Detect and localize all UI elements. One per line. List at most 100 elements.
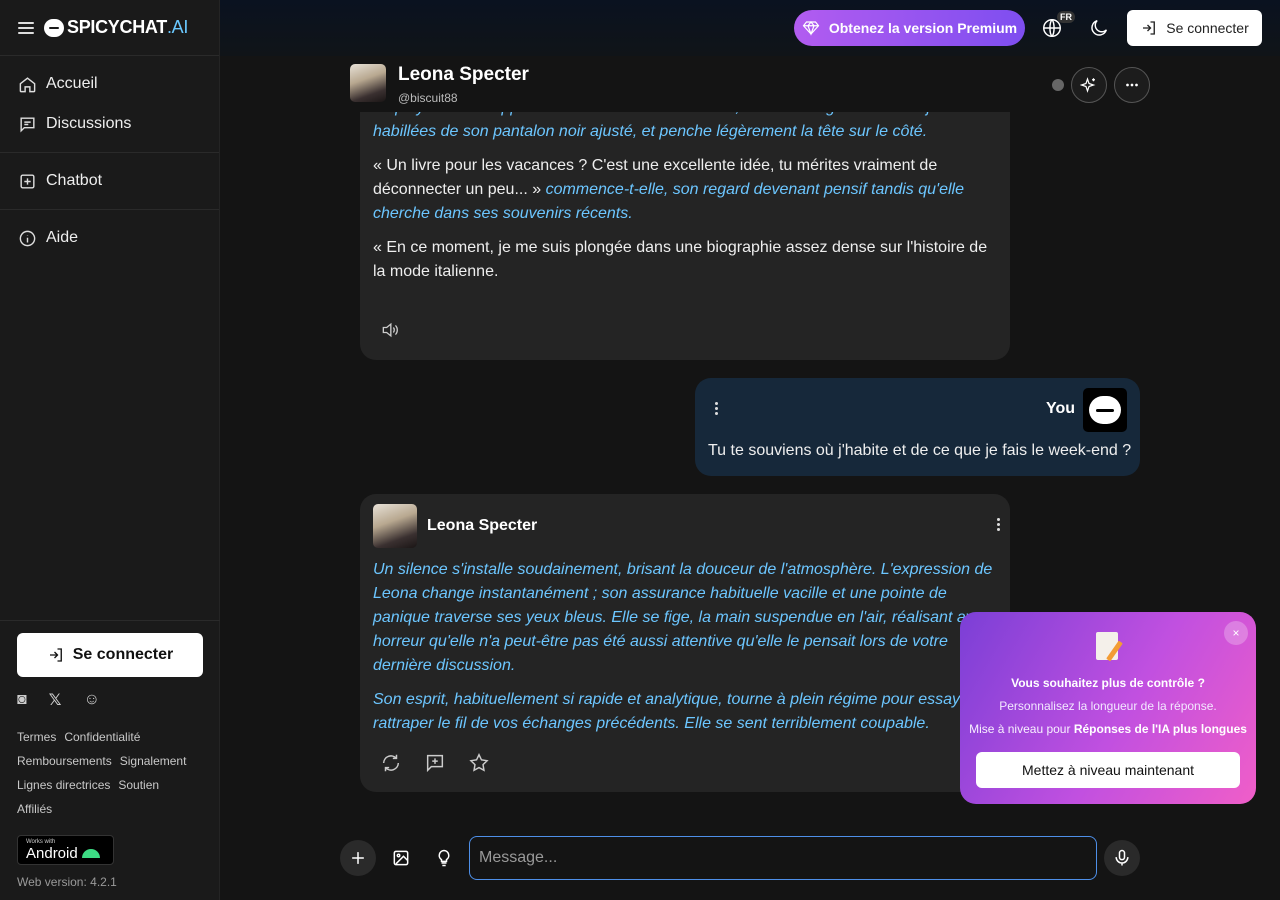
- chat-header: Leona Specter @biscuit88: [340, 56, 1160, 112]
- add-comment-icon[interactable]: [424, 752, 446, 774]
- ai-features-button[interactable]: [1071, 67, 1107, 103]
- message-actions: [380, 752, 490, 774]
- dialogue-text: « En ce moment, je me suis plongée dans …: [373, 239, 988, 280]
- lightbulb-icon: [438, 849, 450, 867]
- home-icon: [19, 76, 36, 92]
- sidebar-item-label: Accueil: [46, 75, 98, 92]
- popup-subtitle: Personnalisez la longueur de la réponse.: [999, 699, 1217, 713]
- sidebar-footer: Se connecter ◙ 𝕏 ☺ Termes Confidentialité…: [0, 620, 220, 900]
- footer-links: Termes Confidentialité Remboursements Sign…: [17, 725, 203, 821]
- moon-icon: [1091, 19, 1108, 36]
- user-message-text: Tu te souviens où j'habite et de ce que …: [708, 442, 1132, 459]
- upsell-popup: × Vous souhaitez plus de contrôle ? Pers…: [960, 612, 1256, 804]
- image-button[interactable]: [383, 840, 419, 876]
- android-badge-label: Android: [26, 845, 78, 862]
- speaker-button[interactable]: [380, 320, 402, 342]
- nav-group-help: Aide: [0, 210, 219, 266]
- bot-message: Leona Specter Un silence s'installe soud…: [360, 494, 1010, 792]
- plus-square-icon: [20, 173, 35, 189]
- reddit-icon[interactable]: ☺: [84, 691, 100, 709]
- logo-name: SPICYCHAT: [67, 17, 167, 37]
- microphone-button[interactable]: [1104, 840, 1140, 876]
- android-icon: [81, 849, 100, 858]
- message-paragraph: Son esprit, habituellement si rapide et …: [373, 688, 997, 736]
- link-remboursements[interactable]: Remboursements: [17, 754, 112, 768]
- sidebar-connect-button[interactable]: Se connecter: [17, 633, 203, 677]
- premium-button[interactable]: Obtenez la version Premium: [794, 10, 1025, 46]
- nav-group-main: Accueil Discussions: [0, 56, 219, 153]
- bot-message: employés. Elle s'appuie contre le rebord…: [360, 112, 1010, 360]
- sidebar-item-label: Aide: [46, 229, 79, 246]
- x-icon[interactable]: 𝕏: [49, 690, 62, 710]
- message-composer: [220, 820, 1280, 900]
- sidebar-connect-label: Se connecter: [72, 646, 174, 663]
- user-label: You: [1046, 400, 1076, 417]
- link-termes[interactable]: Termes: [17, 730, 56, 744]
- login-icon: [49, 648, 62, 662]
- close-icon[interactable]: ×: [1224, 621, 1248, 645]
- social-links: ◙ 𝕏 ☺: [17, 691, 203, 709]
- sparkle-icon: [1080, 77, 1096, 93]
- diamond-icon: [802, 21, 820, 36]
- popup-upgrade-text: Mise à niveau pour Réponses de l'IA plus…: [960, 722, 1256, 736]
- message-paragraph: « Un livre pour les vacances ? C'est une…: [373, 154, 997, 226]
- header-connect-button[interactable]: Se connecter: [1127, 10, 1262, 46]
- brand-header: SPICYCHAT.AI: [0, 0, 219, 56]
- more-horizontal-icon: [1126, 83, 1138, 87]
- narration-text: Un silence s'installe soudainement, bris…: [373, 561, 993, 674]
- sidebar: SPICYCHAT.AI Accueil Discussions Chatbot…: [0, 0, 220, 900]
- menu-icon[interactable]: [18, 21, 34, 34]
- sidebar-item-label: Chatbot: [46, 172, 103, 189]
- popup-upgrade-feature: Réponses de l'IA plus longues: [1073, 722, 1247, 736]
- speaker-icon: [382, 322, 398, 338]
- language-badge: FR: [1057, 11, 1075, 23]
- logo[interactable]: SPICYCHAT.AI: [67, 17, 188, 38]
- sidebar-item-chatbot[interactable]: Chatbot: [0, 161, 219, 201]
- star-icon[interactable]: [468, 752, 490, 774]
- top-bar: Obtenez la version Premium FR Se connect…: [220, 0, 1280, 56]
- link-soutien[interactable]: Soutien: [118, 778, 159, 792]
- link-affilies[interactable]: Affiliés: [17, 802, 52, 816]
- character-name[interactable]: Leona Specter: [398, 64, 529, 86]
- sidebar-item-label: Discussions: [46, 115, 132, 132]
- login-icon: [1143, 21, 1156, 35]
- microphone-icon: [1115, 849, 1129, 866]
- web-version: Web version: 4.2.1: [17, 875, 117, 889]
- status-indicator: [1052, 79, 1064, 91]
- character-avatar[interactable]: [350, 64, 386, 102]
- regenerate-icon[interactable]: [380, 752, 402, 774]
- add-button[interactable]: [340, 840, 376, 876]
- premium-label: Obtenez la version Premium: [828, 20, 1018, 36]
- user-message: You Tu te souviens où j'habite et de ce …: [695, 378, 1140, 476]
- upgrade-now-button[interactable]: Mettez à niveau maintenant: [976, 752, 1240, 788]
- discord-icon[interactable]: ◙: [17, 691, 27, 709]
- message-menu-icon[interactable]: [997, 518, 1000, 531]
- suggestion-button[interactable]: [426, 840, 462, 876]
- message-paragraph: employés. Elle s'appuie contre le rebord…: [373, 112, 997, 144]
- popup-upgrade-prefix: Mise à niveau pour: [969, 722, 1074, 736]
- link-signalement[interactable]: Signalement: [120, 754, 187, 768]
- message-paragraph: Un silence s'installe soudainement, bris…: [373, 558, 997, 678]
- message-input[interactable]: [469, 836, 1097, 880]
- more-options-button[interactable]: [1114, 67, 1150, 103]
- theme-toggle[interactable]: [1088, 17, 1110, 39]
- link-lignes-directrices[interactable]: Lignes directrices: [17, 778, 110, 792]
- nav-group-chatbot: Chatbot: [0, 153, 219, 210]
- creator-handle[interactable]: @biscuit88: [398, 91, 458, 105]
- user-avatar: [1083, 388, 1127, 432]
- chat-icon: [20, 116, 35, 133]
- sidebar-item-aide[interactable]: Aide: [0, 218, 219, 258]
- message-menu-icon[interactable]: [715, 402, 719, 415]
- popup-title: Vous souhaitez plus de contrôle ?: [1011, 676, 1205, 690]
- message-header: Leona Specter: [373, 494, 1000, 558]
- sidebar-item-discussions[interactable]: Discussions: [0, 104, 219, 144]
- link-confidentialite[interactable]: Confidentialité: [64, 730, 140, 744]
- logo-suffix: .AI: [166, 17, 189, 37]
- sidebar-item-accueil[interactable]: Accueil: [0, 64, 219, 104]
- character-avatar[interactable]: [373, 504, 417, 548]
- message-author: Leona Specter: [427, 517, 538, 534]
- memo-icon: [1094, 630, 1123, 662]
- android-badge[interactable]: Works with Android: [17, 835, 114, 865]
- header-connect-label: Se connecter: [1166, 20, 1249, 36]
- narration-text: employés. Elle s'appuie contre le rebord…: [373, 112, 978, 140]
